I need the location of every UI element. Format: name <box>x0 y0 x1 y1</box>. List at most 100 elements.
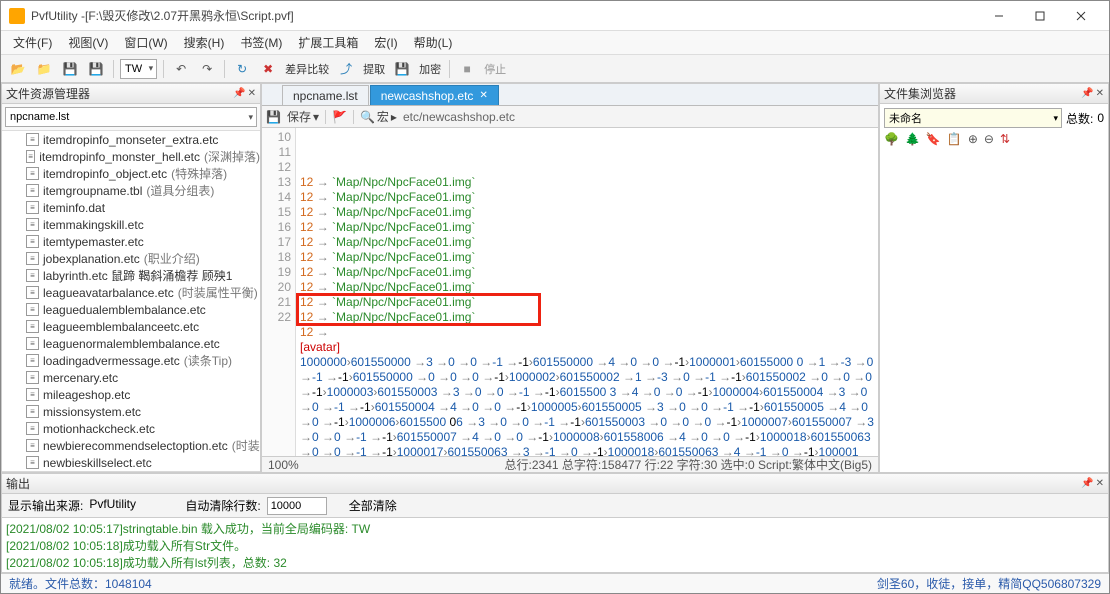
tree-item[interactable]: ≡itemgroupname.tbl(道具分组表) <box>2 182 260 199</box>
file-icon: ≡ <box>26 218 39 231</box>
minus-icon[interactable]: ⊖ <box>984 132 994 146</box>
tree-item[interactable]: ≡newbieskillselect.etc <box>2 454 260 471</box>
encrypt-label[interactable]: 加密 <box>417 61 443 77</box>
tree-item[interactable]: ≡labyrinth.etc 鼠蹄 鞨斜涌檐荐 顾殃1 <box>2 267 260 284</box>
undo-icon[interactable]: ↶ <box>170 58 192 80</box>
minimize-button[interactable] <box>979 2 1019 30</box>
tree-filter-icon[interactable]: 🔖 <box>926 132 941 146</box>
code-editor[interactable]: 10111213141516171819202122 12 → `Map/Npc… <box>262 128 878 456</box>
output-line: [2021/08/02 10:05:18]成功载入所有Str文件。 <box>6 537 1104 554</box>
menu-item[interactable]: 帮助(L) <box>406 31 461 54</box>
disk-icon[interactable]: 💾 <box>266 110 281 124</box>
open2-icon[interactable]: 📁 <box>33 58 55 80</box>
menu-item[interactable]: 书签(M) <box>232 31 290 54</box>
file-icon: ≡ <box>26 201 39 214</box>
encrypt-icon[interactable]: 💾 <box>391 58 413 80</box>
cursor-info: 总行:2341 总字符:158477 行:22 字符:30 选中:0 Scrip… <box>505 456 872 473</box>
tree-item[interactable]: ≡jobexplanation.etc(职业介绍) <box>2 250 260 267</box>
file-tree[interactable]: ≡itemdropinfo_monseter_extra.etc≡itemdro… <box>2 130 260 472</box>
output-line: [2021/08/02 10:05:17]stringtable.bin 载入成… <box>6 520 1104 537</box>
statusbar: 就绪。文件总数：1048104 剑圣60，收徒，接单，精简QQ506807329 <box>1 573 1109 593</box>
plus-icon[interactable]: ⊕ <box>968 132 978 146</box>
tree-item[interactable]: ≡newcashshop.etc(商城文件) <box>2 471 260 472</box>
panel-close-icon[interactable]: ✕ <box>1096 478 1104 489</box>
close-button[interactable] <box>1061 2 1101 30</box>
editor-tab[interactable]: newcashshop.etc✕ <box>370 85 499 105</box>
tree-item[interactable]: ≡newbierecommendselectoption.etc(时装 <box>2 437 260 454</box>
tree-item[interactable]: ≡itemdropinfo_object.etc(特殊掉落) <box>2 165 260 182</box>
menu-item[interactable]: 搜索(H) <box>176 31 233 54</box>
editor-tab[interactable]: npcname.lst <box>282 85 369 105</box>
extract-label[interactable]: 提取 <box>361 61 387 77</box>
file-icon: ≡ <box>26 235 39 248</box>
file-filter-combo[interactable]: npcname.lst <box>5 107 257 127</box>
panel-close-icon[interactable]: ✕ <box>1096 88 1104 99</box>
extract-icon[interactable]: ⤴ <box>335 58 357 80</box>
panel-close-icon[interactable]: ✕ <box>248 88 256 99</box>
fileset-browser-panel: 文件集浏览器 📌 ✕ 未命名 总数: 0 🌳 🌲 🔖 📋 ⊕ ⊖ ⇅ <box>879 83 1109 473</box>
maximize-button[interactable] <box>1020 2 1060 30</box>
saveas-icon[interactable]: 💾 <box>85 58 107 80</box>
menu-item[interactable]: 宏(I) <box>366 31 405 54</box>
fileset-combo[interactable]: 未命名 <box>884 108 1062 128</box>
tree-item[interactable]: ≡itemdropinfo_monster_hell.etc(深渊掉落) <box>2 148 260 165</box>
tree-item[interactable]: ≡itemmakingskill.etc <box>2 216 260 233</box>
tree-item[interactable]: ≡leaguenormalemblembalance.etc <box>2 335 260 352</box>
editor-path: etc/newcashshop.etc <box>403 110 515 124</box>
tab-close-icon[interactable]: ✕ <box>479 90 487 101</box>
menu-item[interactable]: 窗口(W) <box>116 31 175 54</box>
refresh-icon[interactable]: ↻ <box>231 58 253 80</box>
save-button[interactable]: 保存 ▾ <box>287 108 319 125</box>
file-icon: ≡ <box>26 405 39 418</box>
menu-item[interactable]: 文件(F) <box>5 31 60 54</box>
app-icon <box>9 8 25 24</box>
open-icon[interactable]: 📂 <box>7 58 29 80</box>
region-combo[interactable]: TW <box>120 59 157 79</box>
tree-item[interactable]: ≡leagueemblembalanceetc.etc <box>2 318 260 335</box>
status-left: 就绪。文件总数：1048104 <box>9 575 152 592</box>
pin-icon[interactable]: 📌 <box>1081 88 1093 99</box>
clear-all-button[interactable]: 全部清除 <box>349 497 397 514</box>
diff-label[interactable]: 差异比较 <box>283 61 331 77</box>
flag-icon[interactable]: 🚩 <box>332 110 347 124</box>
reorder-icon[interactable]: ⇅ <box>1000 132 1010 146</box>
tree-item[interactable]: ≡mercenary.etc <box>2 369 260 386</box>
file-explorer-title: 文件资源管理器 <box>6 85 90 102</box>
macro-button[interactable]: 🔍 宏 ▸ <box>360 108 397 125</box>
clear-icon[interactable]: ✖ <box>257 58 279 80</box>
output-line: [2021/08/02 10:05:21]成功加载pvf当中的所有文件树。 <box>6 571 1104 572</box>
file-icon: ≡ <box>26 354 39 367</box>
tree-item[interactable]: ≡loadingadvermessage.etc(读条Tip) <box>2 352 260 369</box>
editor-panel: npcname.lstnewcashshop.etc✕ 💾 保存 ▾ 🚩 🔍 宏… <box>261 83 879 473</box>
editor-toolbar: 💾 保存 ▾ 🚩 🔍 宏 ▸ etc/newcashshop.etc <box>262 106 878 128</box>
autoclear-input[interactable] <box>267 497 327 515</box>
tree-item[interactable]: ≡motionhackcheck.etc <box>2 420 260 437</box>
tree-item[interactable]: ≡leaguedualemblembalance.etc <box>2 301 260 318</box>
menu-item[interactable]: 扩展工具箱 <box>290 31 366 54</box>
tree-item[interactable]: ≡mileageshop.etc <box>2 386 260 403</box>
editor-statusbar: 100% 总行:2341 总字符:158477 行:22 字符:30 选中:0 … <box>262 456 878 472</box>
file-icon: ≡ <box>26 388 39 401</box>
file-icon: ≡ <box>26 422 39 435</box>
tree-item[interactable]: ≡iteminfo.dat <box>2 199 260 216</box>
stop-icon: ■ <box>456 58 478 80</box>
tree-add-icon[interactable]: 🌳 <box>884 132 899 146</box>
pin-icon[interactable]: 📌 <box>1081 478 1093 489</box>
menu-item[interactable]: 视图(V) <box>60 31 116 54</box>
tree-item[interactable]: ≡itemtypemaster.etc <box>2 233 260 250</box>
output-log[interactable]: [2021/08/02 10:05:17]stringtable.bin 载入成… <box>2 518 1108 572</box>
tree-item[interactable]: ≡leagueavatarbalance.etc(时装属性平衡) <box>2 284 260 301</box>
file-icon: ≡ <box>26 456 39 469</box>
output-src-combo[interactable]: PvfUtility <box>89 497 179 515</box>
tree-item[interactable]: ≡itemdropinfo_monseter_extra.etc <box>2 131 260 148</box>
file-icon: ≡ <box>26 337 39 350</box>
tree-remove-icon[interactable]: 🌲 <box>905 132 920 146</box>
redo-icon[interactable]: ↷ <box>196 58 218 80</box>
save-icon[interactable]: 💾 <box>59 58 81 80</box>
tree-item[interactable]: ≡missionsystem.etc <box>2 403 260 420</box>
editor-tabs: npcname.lstnewcashshop.etc✕ <box>262 84 878 106</box>
pin-icon[interactable]: 📌 <box>233 88 245 99</box>
main-toolbar: 📂 📁 💾 💾 TW ↶ ↷ ↻ ✖ 差异比较 ⤴ 提取 💾 加密 ■ 停止 <box>1 55 1109 83</box>
tree-export-icon[interactable]: 📋 <box>947 132 962 146</box>
autoclear-label: 自动清除行数: <box>185 497 260 514</box>
